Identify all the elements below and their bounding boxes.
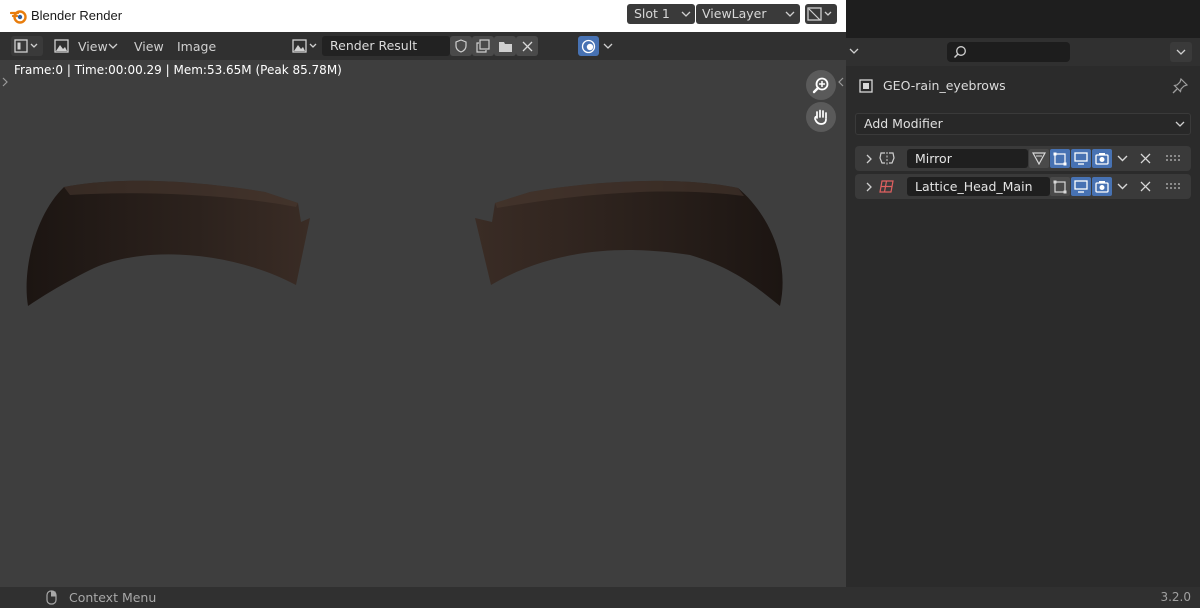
sidebar-expand-arrow-icon[interactable] [837,77,845,87]
expand-chevron-icon[interactable] [866,182,873,192]
expand-chevron-icon[interactable] [866,154,873,164]
zoom-icon[interactable] [806,70,836,100]
chevron-down-icon [108,43,118,50]
version-label: 3.2.0 [1160,590,1191,604]
add-modifier-dropdown[interactable]: Add Modifier [855,113,1191,135]
viewlayer-dropdown[interactable]: ViewLayer [696,4,800,24]
edit-mode-cage-icon[interactable] [1029,149,1049,168]
object-name: GEO-rain_eyebrows [883,78,1006,93]
remove-modifier-close-icon[interactable] [1140,153,1151,164]
viewport-display-icon[interactable] [1071,149,1091,168]
add-modifier-label: Add Modifier [864,116,943,131]
modifier-name-field[interactable]: Mirror [907,149,1028,168]
display-channels-icon[interactable] [578,36,599,56]
context-menu-hint: Context Menu [69,590,157,605]
search-icon [953,45,967,59]
slot-label: Slot 1 [634,6,670,21]
chevron-down-icon[interactable] [1117,183,1128,190]
chevron-down-icon[interactable] [603,43,613,50]
edit-mode-icon[interactable] [1050,177,1070,196]
pan-hand-icon[interactable] [806,102,836,132]
lattice-modifier-icon [879,179,894,194]
duplicate-image-icon[interactable] [472,36,494,56]
viewport-display-icon[interactable] [1071,177,1091,196]
search-input[interactable] [947,42,1070,62]
image-editor-header: View View Image Render Result [0,32,846,60]
status-bar: Context Menu 3.2.0 [0,587,1200,608]
chevron-down-icon[interactable] [1117,155,1128,162]
properties-editor: GEO-rain_eyebrows Add Modifier Mirror La… [846,0,1200,587]
fake-user-shield-icon[interactable] [450,36,472,56]
mouse-right-click-icon [46,590,57,605]
render-canvas[interactable]: Frame:0 | Time:00:00.29 | Mem:53.65M (Pe… [0,60,846,587]
blender-logo-icon [10,8,27,24]
viewlayer-label: ViewLayer [702,6,767,21]
render-stats: Frame:0 | Time:00:00.29 | Mem:53.65M (Pe… [14,63,342,77]
chevron-down-icon[interactable] [849,48,859,55]
modifier-name-field[interactable]: Lattice_Head_Main [907,177,1050,196]
toolbar-expand-arrow-icon[interactable] [1,77,9,87]
view-dropdown[interactable]: View [78,39,108,54]
remove-modifier-close-icon[interactable] [1140,181,1151,192]
pass-dropdown-icon[interactable] [805,4,837,24]
render-camera-icon[interactable] [1092,177,1112,196]
image-name-field[interactable]: Render Result [322,36,450,56]
render-camera-icon[interactable] [1092,149,1112,168]
render-result-image [26,180,783,306]
options-dropdown-button[interactable] [1170,42,1192,62]
pin-icon[interactable] [1172,78,1188,94]
edit-mode-icon[interactable] [1050,149,1070,168]
drag-handle-icon[interactable] [1166,183,1180,189]
menu-view[interactable]: View [134,39,164,54]
modifier-panel-mirror[interactable]: Mirror [855,146,1191,171]
unlink-image-close-icon[interactable] [516,36,538,56]
browse-image-button[interactable] [290,36,322,56]
mirror-modifier-icon [879,151,895,166]
editor-type-button[interactable] [11,36,43,56]
window-title: Blender Render [31,8,123,23]
modifier-panel-lattice[interactable]: Lattice_Head_Main [855,174,1191,199]
menu-image[interactable]: Image [177,39,216,54]
open-image-folder-icon[interactable] [494,36,516,56]
modifier-object-icon [859,79,873,93]
topbar-background [846,0,1200,38]
drag-handle-icon[interactable] [1166,155,1180,161]
slot-dropdown[interactable]: Slot 1 [627,4,695,24]
image-icon[interactable] [54,39,69,53]
